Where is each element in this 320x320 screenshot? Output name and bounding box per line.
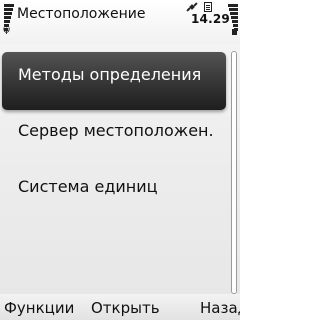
status-bar: Ψ Местоположение 14.29	[0, 0, 240, 44]
charger-icon	[232, 29, 237, 35]
antenna-icon: Ψ	[3, 27, 11, 37]
options-softkey[interactable]: Функции	[4, 299, 74, 317]
back-softkey[interactable]: Назад	[200, 299, 240, 317]
messaging-icon	[204, 2, 212, 12]
list-item-positioning-server[interactable]: Сервер местоположен.	[0, 108, 226, 166]
softkey-bar: Функции Открыть Назад	[0, 294, 240, 320]
screen: Ψ Местоположение 14.29 Методы определени…	[0, 0, 240, 320]
list-item-label: Сервер местоположен.	[18, 121, 214, 140]
scrollbar[interactable]	[231, 51, 237, 294]
list-item-label: Методы определения	[18, 65, 202, 84]
list-item-measurement-system[interactable]: Система единиц	[0, 164, 226, 222]
open-softkey[interactable]: Открыть	[91, 299, 160, 317]
list-item-label: Система единиц	[18, 177, 158, 196]
clock: 14.29	[191, 12, 230, 26]
scrollbar-thumb[interactable]	[232, 52, 236, 293]
list-item-positioning-methods[interactable]: Методы определения	[2, 52, 226, 110]
page-title: Местоположение	[17, 6, 146, 22]
